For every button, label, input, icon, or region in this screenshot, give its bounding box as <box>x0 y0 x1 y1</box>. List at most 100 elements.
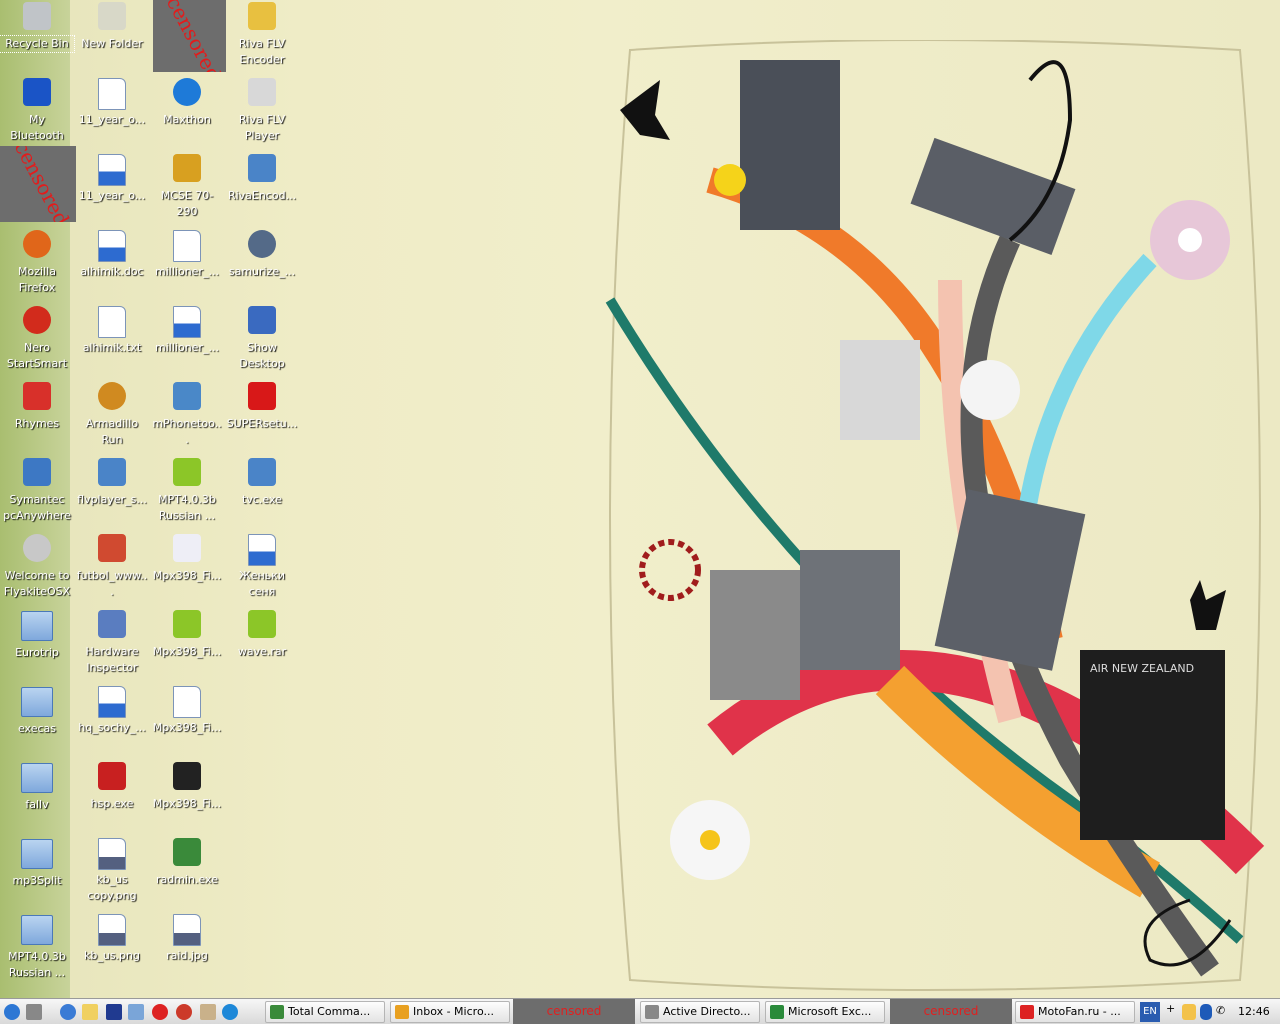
desktop-icon[interactable]: 11_year_o... <box>75 152 149 224</box>
taskbar-button-label: MotoFan.ru - ... <box>1038 1005 1121 1018</box>
clock[interactable]: 12:46 <box>1238 1002 1276 1022</box>
desktop-icon[interactable]: Mpx398_Fi... <box>150 760 224 832</box>
desktop-icon[interactable]: tvc.exe <box>225 456 299 528</box>
desktop-icon[interactable]: Hardware Inspector <box>75 608 149 680</box>
show-desktop-icon <box>246 306 278 338</box>
taskbar-button[interactable]: MotoFan.ru - ... <box>1015 1001 1135 1023</box>
desktop-icon[interactable]: Mozilla Firefox <box>0 228 74 300</box>
jpeg-file-icon <box>171 914 203 946</box>
desktop-icon[interactable]: alhimik.doc <box>75 228 149 300</box>
desktop[interactable]: AIR NEW ZEALAND censored censored Recycl… <box>0 0 1280 998</box>
desktop-icon[interactable]: millioner_... <box>150 228 224 300</box>
installer-icon <box>246 154 278 186</box>
desktop-icon[interactable]: futbol_www... <box>75 532 149 604</box>
desktop-icon[interactable]: My Bluetooth Places <box>0 76 74 148</box>
radmin-icon <box>171 838 203 870</box>
desktop-icon[interactable]: Mpx398_Fi... <box>150 608 224 680</box>
taskbar-button-label: Inbox - Micro... <box>413 1005 494 1018</box>
desktop-icon-label: MPT4.0.3b Russian ... <box>158 493 216 522</box>
desktop-icon[interactable]: RivaEncod... <box>225 152 299 224</box>
hand-icon[interactable] <box>200 1004 216 1020</box>
bluetooth-tray-icon[interactable] <box>1200 1004 1212 1020</box>
desktop-icon[interactable]: MPT4.0.3b Russian ... <box>0 912 74 984</box>
desktop-icon[interactable]: millioner_... <box>150 304 224 376</box>
taskbar-button[interactable]: Microsoft Exc... <box>765 1001 885 1023</box>
phone-tray-icon[interactable]: ✆ <box>1216 1004 1230 1020</box>
tray-app-icon[interactable] <box>1182 1004 1196 1020</box>
desktop-icon[interactable]: mp3Split <box>0 836 74 908</box>
taskbar-button-label: Total Comma... <box>288 1005 371 1018</box>
desktop-icon[interactable]: Nero StartSmart <box>0 304 74 376</box>
super-setup-icon <box>246 382 278 414</box>
desktop-icon-label: fallv <box>25 798 49 811</box>
language-indicator[interactable]: EN <box>1140 1002 1160 1022</box>
start-apple-icon[interactable] <box>4 1004 20 1020</box>
desktop-icon-label: wave.rar <box>237 645 287 658</box>
censored-taskbar-button[interactable]: censored <box>513 999 635 1024</box>
taskbar-button[interactable]: Total Comma... <box>265 1001 385 1023</box>
desktop-icon-label: hq_sochy_... <box>78 721 146 734</box>
desktop-icon[interactable]: Mpx398_Fi... <box>150 684 224 756</box>
media-player-icon[interactable] <box>176 1004 192 1020</box>
desktop-icon[interactable]: alhimik.txt <box>75 304 149 376</box>
desktop-icon[interactable]: New Folder <box>75 0 149 72</box>
hardware-inspector-icon <box>96 610 128 642</box>
desktop-icon[interactable]: Женьки сеня Двадцать ... <box>225 532 299 604</box>
desktop-icon[interactable]: execas <box>0 684 74 756</box>
desktop-icon[interactable]: Symantec pcAnywhere <box>0 456 74 528</box>
hsp-exe-icon <box>96 762 128 794</box>
desktop-icon-label: Женьки сеня Двадцать ... <box>238 569 286 598</box>
phone-tool-icon <box>171 382 203 414</box>
opera-icon[interactable] <box>152 1004 168 1020</box>
taskbar-button-label: Microsoft Exc... <box>788 1005 872 1018</box>
window-icon[interactable] <box>128 1004 144 1020</box>
desktop-icon[interactable]: SUPERsetu... <box>225 380 299 452</box>
desktop-icon[interactable]: raid.jpg <box>150 912 224 984</box>
maxthon-icon[interactable] <box>222 1004 238 1020</box>
desktop-icon-label: radmin.exe <box>156 873 218 886</box>
desktop-icon-label: mPhonetoo... <box>152 417 222 446</box>
desktop-icon[interactable]: Recycle Bin <box>0 0 75 72</box>
desktop-icon[interactable]: hsp.exe <box>75 760 149 832</box>
taskbar-button[interactable]: Inbox - Micro... <box>390 1001 510 1023</box>
desktop-icon[interactable]: wave.rar <box>225 608 299 680</box>
desktop-icon[interactable]: Eurotrip <box>0 608 74 680</box>
desktop-icon[interactable]: fallv <box>0 760 74 832</box>
blank-file-icon <box>171 686 203 718</box>
save-disk-icon[interactable] <box>106 1004 122 1020</box>
desktop-icon[interactable]: hq_sochy_... <box>75 684 149 756</box>
censored-block: censored <box>0 146 76 222</box>
desktop-icon[interactable]: radmin.exe <box>150 836 224 908</box>
folder-quicklaunch-icon[interactable] <box>82 1004 98 1020</box>
active-directory-icon <box>645 1005 659 1019</box>
ie-icon[interactable] <box>60 1004 76 1020</box>
desktop-icon-label: hsp.exe <box>90 797 134 810</box>
expand-tray-icon[interactable]: + <box>1166 1002 1180 1022</box>
desktop-icon[interactable]: Rhymes <box>0 380 74 452</box>
desktop-icon[interactable]: Mpx398_Fi... <box>150 532 224 604</box>
total-commander-icon <box>270 1005 284 1019</box>
pcanywhere-icon <box>21 458 53 490</box>
desktop-icon[interactable]: Armadillo Run <box>75 380 149 452</box>
folder-icon <box>21 763 53 795</box>
bluetooth-icon <box>21 78 53 110</box>
desktop-icon[interactable]: Show Desktop <box>225 304 299 376</box>
maxthon-icon <box>171 78 203 110</box>
taskbar-button[interactable]: Active Directo... <box>640 1001 760 1023</box>
desktop-icon[interactable]: mPhonetoo... <box>150 380 224 452</box>
desktop-icon[interactable]: Maxthon <box>150 76 224 148</box>
text-file-icon <box>96 306 128 338</box>
desktop-icon[interactable]: kb_us.png <box>75 912 149 984</box>
desktop-icon[interactable]: Welcome to FlyakiteOSX <box>0 532 74 604</box>
desktop-icon[interactable]: 11_year_o... <box>75 76 149 148</box>
desktop-icon[interactable]: MPT4.0.3b Russian ... <box>150 456 224 528</box>
desktop-icon[interactable]: Riva FLV Player <box>225 76 299 148</box>
desktop-icon[interactable]: Riva FLV Encoder <box>225 0 299 72</box>
desktop-icon[interactable]: kb_us copy.png <box>75 836 149 908</box>
desktop-icon-label: kb_us copy.png <box>87 873 137 902</box>
desktop-icon[interactable]: flvplayer_s... <box>75 456 149 528</box>
recycle-bin-icon <box>21 2 53 34</box>
censored-taskbar-button[interactable]: censored <box>890 999 1012 1024</box>
desktop-icon[interactable]: samurize_... <box>225 228 299 300</box>
desktop-icon[interactable]: MCSE 70-290 <box>150 152 224 224</box>
